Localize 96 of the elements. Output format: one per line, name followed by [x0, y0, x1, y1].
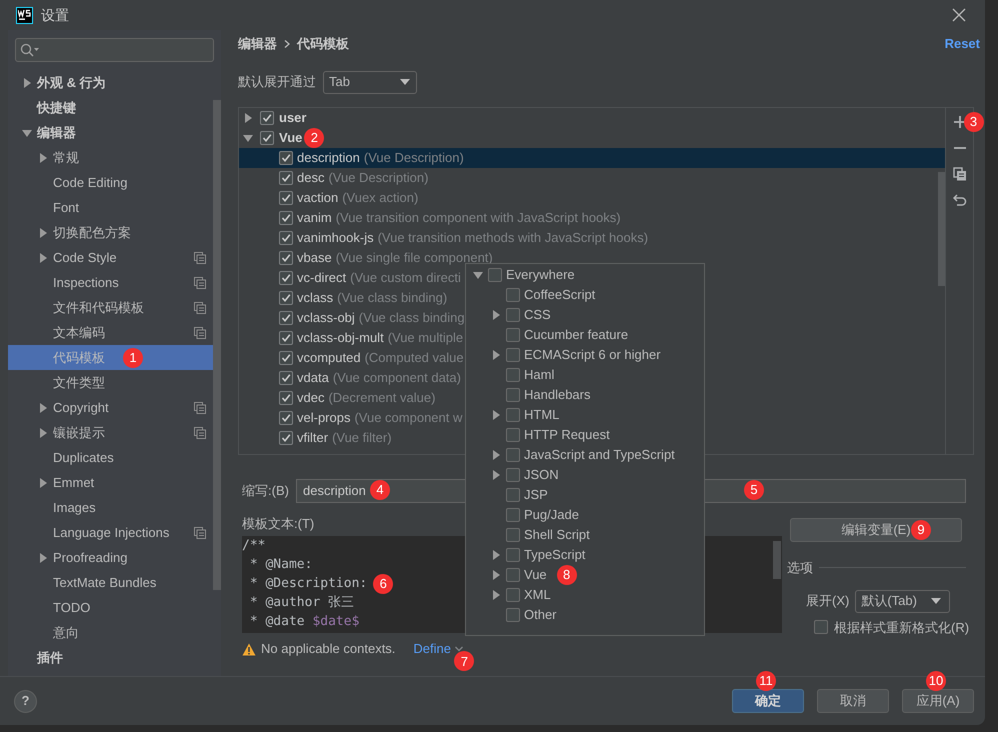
context-label: JSP — [524, 486, 548, 504]
template-abbreviation: vclass — [297, 289, 334, 308]
template-description: (Computed value — [364, 349, 464, 368]
template-description: (Vue transition methods with JavaScript hooks) — [378, 229, 648, 248]
breadcrumb-item: 编辑器 — [238, 35, 277, 54]
context-label: XML — [524, 586, 551, 604]
code-line: /** — [242, 536, 266, 555]
template-abbreviation: vdec — [297, 389, 324, 408]
reformat-label: 根据样式重新格式化(R) — [834, 618, 970, 637]
annotation-badge: 6 — [373, 574, 394, 594]
code-line: * @author 张三 — [248, 594, 354, 612]
expand-with-label: 默认展开通过 — [238, 73, 316, 92]
context-label: HTTP Request — [524, 426, 610, 444]
abbreviation-label: 缩写:(B) — [242, 482, 290, 500]
sidebar-item-label: 文件类型 — [53, 374, 105, 392]
annotation-badge: 11 — [756, 671, 776, 691]
annotation-badge: 8 — [556, 565, 577, 585]
sidebar-item-label: 文件和代码模板 — [53, 298, 144, 317]
sidebar-item-label: Duplicates — [53, 448, 114, 467]
context-label: Handlebars — [524, 386, 590, 404]
sidebar-item-label: 切换配色方案 — [53, 224, 131, 242]
template-abbreviation: vaction — [297, 189, 338, 208]
context-label: Vue — [524, 566, 547, 584]
sidebar-item-label: 外观 & 行为 — [37, 74, 106, 92]
template-abbreviation: vdata — [297, 369, 329, 388]
warning-text: No applicable contexts. — [261, 640, 396, 658]
context-label: Shell Script — [524, 526, 590, 544]
code-line: * @Name: — [248, 556, 312, 574]
template-abbreviation: vanimhook-js — [297, 229, 374, 248]
template-abbreviation: vcomputed — [297, 349, 361, 368]
options-title: 选项 — [787, 559, 813, 577]
template-description: (Vue component w — [354, 409, 462, 428]
template-description: (Vuex action) — [342, 189, 418, 208]
template-abbreviation: vbase — [297, 249, 332, 268]
sidebar-item-label: TextMate Bundles — [53, 574, 156, 592]
sidebar-item-label: Font — [53, 198, 80, 217]
annotation-badge: 7 — [454, 651, 474, 672]
context-label: TypeScript — [524, 546, 586, 564]
context-label: JavaScript and TypeScript — [524, 446, 675, 464]
code-line: * @Description: — [248, 574, 368, 593]
template-description: (Vue custom directi — [350, 269, 461, 288]
context-label: HTML — [524, 406, 560, 424]
template-abbreviation: desc — [297, 169, 324, 188]
sidebar-item-label: Code Editing — [53, 174, 128, 192]
template-abbreviation: vfilter — [297, 429, 328, 448]
template-abbreviation: vanim — [297, 209, 332, 228]
sidebar-item-label: 代码模板 — [53, 348, 105, 367]
annotation-badge: 10 — [926, 671, 946, 691]
context-label: Other — [524, 606, 557, 624]
sidebar-item-label: Language Injections — [53, 524, 170, 542]
template-group-name: user — [279, 109, 306, 128]
annotation-badge: 2 — [304, 128, 324, 148]
context-label: ECMAScript 6 or higher — [524, 346, 661, 364]
template-description: (Vue filter) — [332, 429, 392, 448]
template-description: (Vue single file component) — [336, 249, 493, 268]
sidebar-item-label: 文本编码 — [53, 324, 105, 342]
template-description: (Vue component data) — [332, 369, 461, 388]
sidebar-item-label: Images — [53, 498, 96, 517]
template-description: (Vue Description) — [328, 169, 428, 188]
template-description: (Decrement value) — [328, 389, 436, 408]
breadcrumb-item: 代码模板 — [297, 35, 349, 54]
sidebar-item-label: Emmet — [53, 474, 94, 492]
context-label: CSS — [524, 306, 551, 324]
template-abbreviation: vclass-obj — [297, 309, 355, 328]
sidebar-item-label: 常规 — [53, 148, 79, 167]
sidebar-item-label: TODO — [53, 598, 90, 617]
context-label: CoffeeScript — [524, 286, 596, 304]
sidebar-item-label: Copyright — [53, 398, 109, 417]
sidebar-item-label: 快捷键 — [37, 98, 76, 117]
sidebar-item-label: 镶嵌提示 — [53, 424, 105, 442]
template-text-label: 模板文本:(T) — [242, 515, 314, 532]
expand-label: 展开(X) — [806, 592, 850, 610]
context-label: Everywhere — [506, 266, 575, 284]
template-abbreviation: vclass-obj-mult — [297, 329, 384, 348]
template-abbreviation: description — [297, 149, 360, 168]
sidebar-item-label: 编辑器 — [37, 124, 76, 142]
context-label: Haml — [524, 366, 554, 384]
template-description: (Vue multiple — [388, 329, 464, 348]
sidebar-item-label: 意向 — [53, 624, 79, 642]
annotation-badge: 1 — [123, 348, 143, 368]
context-label: Pug/Jade — [524, 506, 579, 524]
template-group-name: Vue — [279, 129, 302, 148]
sidebar-item-label: Inspections — [53, 274, 119, 292]
template-description: (Vue transition component with JavaScript hooks) — [336, 209, 621, 228]
sidebar-item-label: Proofreading — [53, 548, 128, 567]
template-abbreviation: vc-direct — [297, 269, 346, 288]
template-description: (Vue class binding) — [337, 289, 448, 308]
sidebar-item-label: 插件 — [37, 648, 63, 667]
annotation-badge: 3 — [964, 112, 984, 132]
template-abbreviation: vel-props — [297, 409, 350, 428]
context-label: Cucumber feature — [524, 326, 628, 344]
window-title: 设置 — [41, 6, 69, 24]
template-description: (Vue Description) — [364, 149, 464, 168]
sidebar-item-label: Code Style — [53, 248, 117, 267]
template-description: (Vue class binding — [358, 309, 465, 328]
code-line: * @date $date$ — [248, 612, 360, 631]
